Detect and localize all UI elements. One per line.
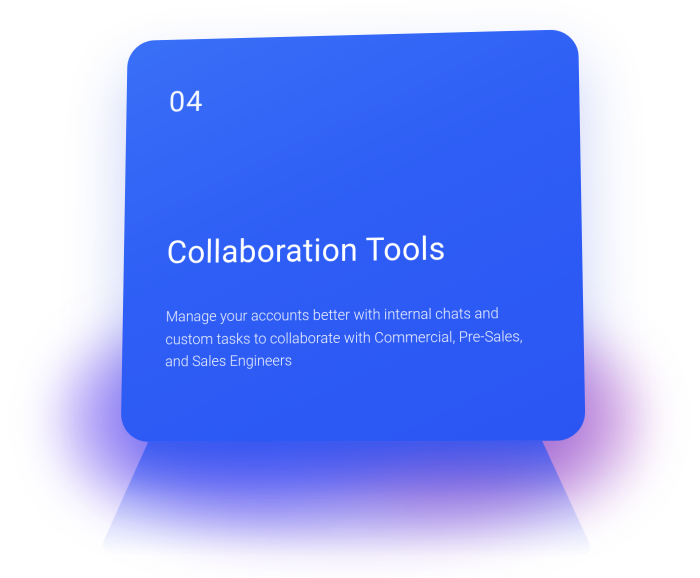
card-title: Collaboration Tools (166, 228, 537, 271)
feature-card: 04 Collaboration Tools Manage your accou… (121, 29, 586, 442)
card-description: Manage your accounts better with interna… (165, 303, 537, 374)
feature-card-wrapper: 04 Collaboration Tools Manage your accou… (121, 29, 586, 442)
card-number: 04 (169, 77, 536, 119)
card-reflection (97, 441, 596, 558)
